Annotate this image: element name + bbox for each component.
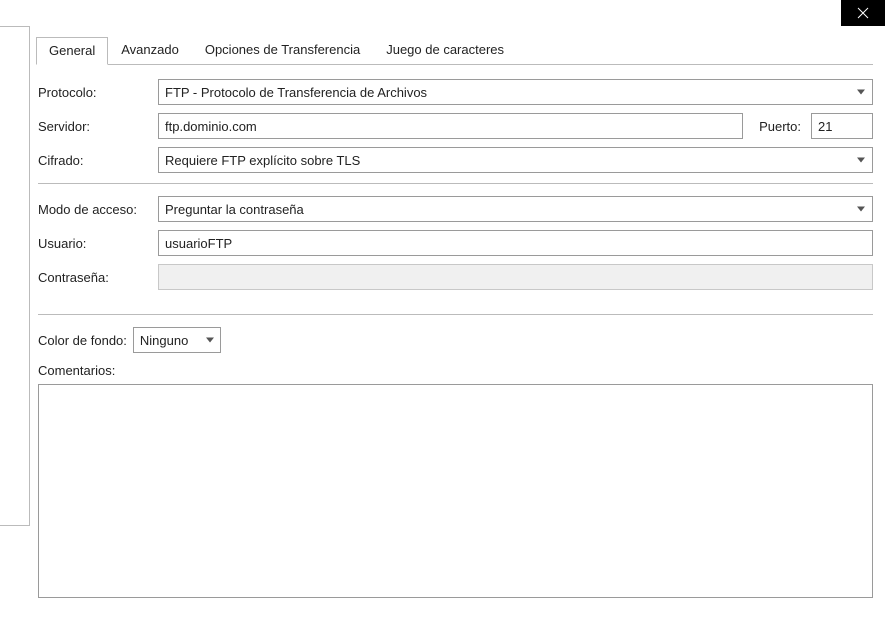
user-label: Usuario:	[38, 236, 152, 251]
separator-1	[38, 183, 873, 184]
row-logontype: Modo de acceso: Preguntar la contraseña	[38, 196, 873, 222]
tab-transfer[interactable]: Opciones de Transferencia	[192, 36, 373, 64]
protocol-select[interactable]: FTP - Protocolo de Transferencia de Arch…	[158, 79, 873, 105]
left-panel-sliver	[0, 26, 30, 526]
titlebar	[0, 0, 887, 26]
logontype-select-wrap: Preguntar la contraseña	[158, 196, 873, 222]
row-bgcolor: Color de fondo: Ninguno	[38, 327, 873, 353]
bgcolor-label: Color de fondo:	[38, 333, 127, 348]
row-password: Contraseña:	[38, 264, 873, 290]
row-encryption: Cifrado: Requiere FTP explícito sobre TL…	[38, 147, 873, 173]
row-host: Servidor: Puerto:	[38, 113, 873, 139]
encryption-select-wrap: Requiere FTP explícito sobre TLS	[158, 147, 873, 173]
tabs: General Avanzado Opciones de Transferenc…	[36, 36, 873, 65]
close-icon	[857, 7, 869, 19]
bgcolor-select-wrap: Ninguno	[133, 327, 221, 353]
logontype-label: Modo de acceso:	[38, 202, 152, 217]
port-input[interactable]	[811, 113, 873, 139]
port-label: Puerto:	[749, 119, 805, 134]
separator-2	[38, 314, 873, 315]
password-label: Contraseña:	[38, 270, 152, 285]
comments-textarea[interactable]	[38, 384, 873, 598]
tab-general[interactable]: General	[36, 37, 108, 65]
bgcolor-select[interactable]: Ninguno	[133, 327, 221, 353]
close-button[interactable]	[841, 0, 885, 26]
user-input[interactable]	[158, 230, 873, 256]
protocol-label: Protocolo:	[38, 85, 152, 100]
logontype-select[interactable]: Preguntar la contraseña	[158, 196, 873, 222]
row-protocol: Protocolo: FTP - Protocolo de Transferen…	[38, 79, 873, 105]
main: General Avanzado Opciones de Transferenc…	[0, 26, 887, 632]
comments-label: Comentarios:	[38, 363, 873, 378]
tab-advanced[interactable]: Avanzado	[108, 36, 192, 64]
host-input[interactable]	[158, 113, 743, 139]
password-input	[158, 264, 873, 290]
encryption-select[interactable]: Requiere FTP explícito sobre TLS	[158, 147, 873, 173]
row-user: Usuario:	[38, 230, 873, 256]
tab-charset[interactable]: Juego de caracteres	[373, 36, 517, 64]
protocol-select-wrap: FTP - Protocolo de Transferencia de Arch…	[158, 79, 873, 105]
host-label: Servidor:	[38, 119, 152, 134]
right-panel: General Avanzado Opciones de Transferenc…	[30, 26, 887, 632]
encryption-label: Cifrado:	[38, 153, 152, 168]
form: Protocolo: FTP - Protocolo de Transferen…	[36, 65, 873, 601]
